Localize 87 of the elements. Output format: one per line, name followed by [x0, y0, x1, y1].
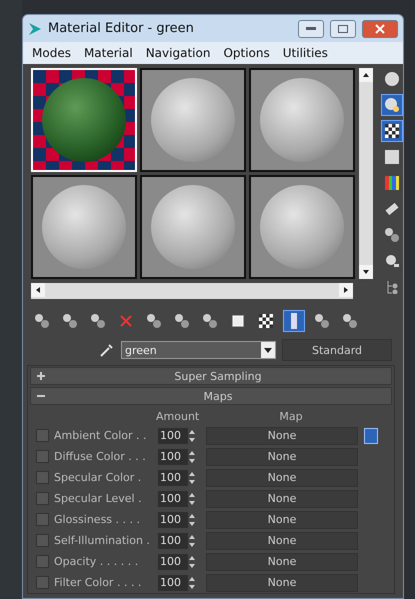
checkbox[interactable] [36, 513, 49, 526]
window-title: Material Editor - green [48, 21, 195, 36]
amount-field[interactable]: 100 [158, 470, 188, 486]
spheres-icon [146, 313, 162, 329]
spheres-icon [384, 227, 400, 243]
map-button[interactable]: None [206, 574, 358, 592]
sample-slot[interactable] [140, 68, 246, 172]
close-icon [119, 314, 133, 328]
vertical-scrollbar[interactable] [359, 68, 373, 279]
hierarchy-icon [385, 280, 399, 294]
minus-icon [37, 392, 45, 400]
map-label: Opacity . . . . . . [54, 555, 140, 568]
map-button[interactable]: None [206, 510, 358, 528]
menu-item[interactable]: Navigation [146, 46, 210, 60]
amount-field[interactable]: 100 [158, 574, 188, 590]
maximize-icon [338, 24, 348, 33]
amount-field[interactable]: 100 [158, 490, 188, 506]
color-bars-icon [385, 176, 399, 190]
spheres-icon [174, 313, 190, 329]
checker-icon [385, 124, 399, 138]
checkbox[interactable] [36, 576, 49, 589]
menu-item[interactable]: Options [223, 46, 270, 60]
sample-slot[interactable] [140, 175, 246, 279]
checkbox[interactable] [36, 534, 49, 547]
scroll-up-icon[interactable] [359, 68, 373, 82]
map-button[interactable]: None [206, 448, 358, 466]
map-label: Specular Level . [54, 492, 143, 505]
minimize-button[interactable] [298, 20, 324, 38]
map-button[interactable]: None [206, 532, 358, 550]
map-label: Glossiness . . . . [54, 513, 142, 526]
amount-field[interactable]: 100 [158, 532, 188, 548]
close-button[interactable] [362, 20, 398, 38]
map-label: Specular Color . [54, 471, 142, 484]
material-type-button[interactable]: Standard [282, 339, 392, 361]
checker-icon [259, 314, 273, 328]
maximize-button[interactable] [330, 20, 356, 38]
close-icon [375, 24, 385, 34]
eyedropper-icon [99, 342, 115, 358]
magnifier-icon [384, 253, 400, 269]
checkbox[interactable] [36, 555, 49, 568]
column-header: Amount [156, 410, 200, 423]
map-label: Ambient Color . . [54, 429, 148, 442]
spheres-icon [314, 313, 330, 329]
sphere-icon [384, 97, 400, 113]
checkbox[interactable] [36, 429, 49, 442]
map-label: Diffuse Color . . . [54, 450, 147, 463]
toolbar-button[interactable] [381, 120, 403, 142]
checkbox[interactable] [36, 471, 49, 484]
menu-item[interactable]: Modes [32, 46, 71, 60]
minimize-icon [306, 26, 316, 31]
rollout-header[interactable]: Super Sampling [30, 367, 392, 385]
spheres-icon [342, 313, 358, 329]
rollout-header[interactable]: Maps [30, 387, 392, 405]
amount-field[interactable]: 100 [158, 512, 188, 528]
map-button[interactable]: None [206, 552, 358, 570]
sample-slot[interactable] [249, 175, 355, 279]
sphere-icon [384, 71, 400, 87]
plus-icon [37, 372, 45, 380]
map-button[interactable]: None [206, 426, 358, 444]
menu-item[interactable]: Utilities [282, 46, 328, 60]
scroll-down-icon[interactable] [359, 265, 373, 279]
checkbox[interactable] [36, 450, 49, 463]
lock-icon[interactable] [364, 428, 378, 444]
scroll-left-icon[interactable] [31, 283, 45, 297]
map-button[interactable]: None [206, 490, 358, 508]
menu-item[interactable]: Material [84, 46, 133, 60]
amount-field[interactable]: 100 [158, 448, 188, 464]
checkbox[interactable] [36, 492, 49, 505]
square-icon [231, 314, 245, 328]
spheres-icon [62, 313, 78, 329]
square-icon [385, 150, 399, 164]
spheres-icon [34, 313, 50, 329]
scroll-right-icon[interactable] [339, 283, 353, 297]
map-label: Self-Illumination . [54, 534, 151, 547]
horizontal-scrollbar[interactable] [31, 283, 353, 299]
amount-field[interactable]: 100 [158, 554, 188, 570]
map-label: Filter Color . . . . [54, 576, 142, 589]
material-name-field[interactable]: green [121, 341, 276, 359]
column-header: Map [278, 410, 304, 423]
cylinder-icon [289, 313, 299, 329]
map-button[interactable]: None [206, 468, 358, 486]
sample-slot[interactable] [249, 68, 355, 172]
spheres-icon [90, 313, 106, 329]
sample-slot[interactable] [31, 175, 137, 279]
app-logo-icon [28, 20, 42, 37]
spheres-icon [202, 313, 218, 329]
amount-field[interactable]: 100 [158, 428, 188, 444]
